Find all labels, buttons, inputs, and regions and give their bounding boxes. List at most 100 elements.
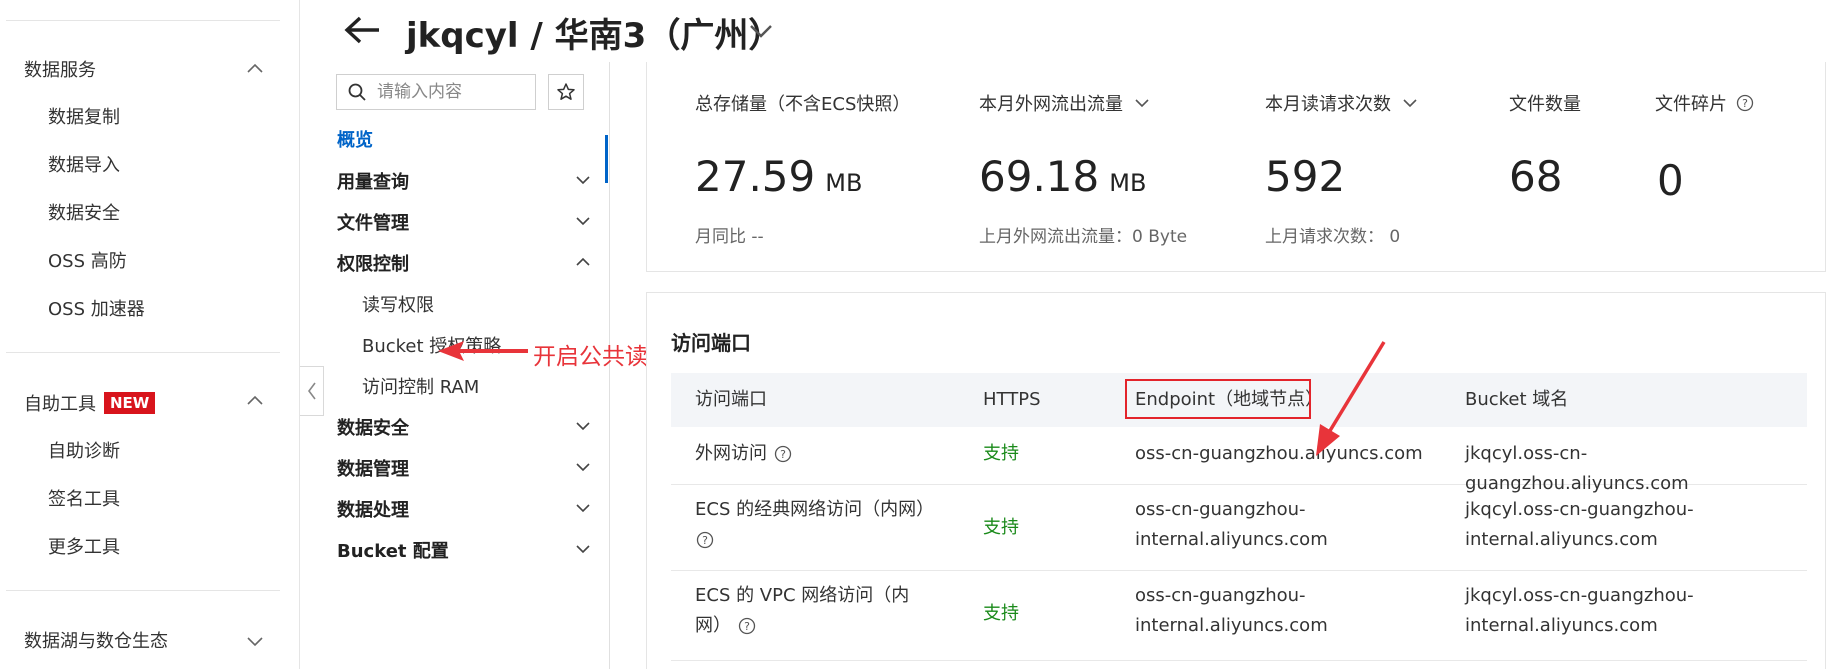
- endpoint-value: oss-cn-guangzhou-internal.aliyuncs.com: [1135, 495, 1328, 555]
- favorite-button[interactable]: [548, 74, 584, 110]
- active-nav-indicator: [605, 135, 608, 183]
- page-title: jkqcyl / 华南3（广州）: [406, 16, 783, 56]
- sidebar-item-more-tools[interactable]: 更多工具: [48, 533, 120, 559]
- stat-number: 69.18: [979, 152, 1100, 201]
- chevron-up-icon[interactable]: [573, 252, 593, 272]
- back-button[interactable]: [340, 8, 384, 52]
- stat-value-file-count: 68: [1509, 152, 1563, 201]
- table-header: 访问端口 HTTPS Endpoint（地域节点） Bucket 域名: [671, 373, 1807, 427]
- help-icon[interactable]: ?: [1735, 93, 1755, 113]
- sidebar-group-label: 自助工具: [24, 394, 96, 415]
- star-icon: [557, 83, 575, 100]
- sidebar-item-self-diagnosis[interactable]: 自助诊断: [48, 437, 120, 463]
- https-support: 支持: [983, 443, 1019, 464]
- access-endpoints-card: 访问端口 访问端口 HTTPS Endpoint（地域节点） Bucket 域名…: [646, 292, 1826, 669]
- bucket-domain: jkqcyl.oss-cn-guangzhou-internal.aliyunc…: [1465, 581, 1694, 641]
- column-header: HTTPS: [983, 389, 1041, 410]
- chevron-down-icon[interactable]: [573, 211, 593, 231]
- chevron-up-icon[interactable]: [244, 390, 266, 412]
- nav-item-usage[interactable]: 用量查询: [337, 168, 409, 194]
- bucket-domain: jkqcyl.oss-cn-guangzhou-internal.aliyunc…: [1465, 495, 1694, 555]
- chevron-down-icon[interactable]: [744, 14, 778, 48]
- sidebar-item-signature-tool[interactable]: 签名工具: [48, 485, 120, 511]
- sidebar-item-data-import[interactable]: 数据导入: [48, 151, 120, 177]
- stat-label-fragments: 文件碎片 ?: [1655, 90, 1755, 116]
- stat-label-requests[interactable]: 本月读请求次数: [1265, 90, 1421, 116]
- stats-card: 总存储量（不含ECS快照） 27.59 MB 月同比 -- 本月外网流出流量 69…: [646, 62, 1826, 272]
- chevron-down-icon[interactable]: [573, 457, 593, 477]
- domain-line: jkqcyl.oss-cn-guangzhou-: [1465, 585, 1694, 606]
- sidebar-group-label: 数据服务: [24, 60, 96, 81]
- sidebar-item-oss-accelerator[interactable]: OSS 加速器: [48, 295, 145, 321]
- row-port-text: ECS 的 VPC 网络访问（内: [695, 585, 910, 606]
- nav-item-data-security[interactable]: 数据安全: [337, 414, 409, 440]
- stat-label-storage: 总存储量（不含ECS快照）: [695, 90, 910, 116]
- chevron-down-icon[interactable]: [244, 630, 266, 652]
- nav-item-data-management[interactable]: 数据管理: [337, 455, 409, 481]
- stat-label-text: 文件数量: [1509, 94, 1581, 115]
- sidebar-group-self-service[interactable]: 自助工具 NEW: [24, 390, 156, 416]
- sidebar-group-label: 数据湖与数仓生态: [24, 631, 168, 652]
- stat-label-text: 总存储量（不含ECS快照）: [695, 94, 911, 115]
- chevron-down-icon[interactable]: [573, 170, 593, 190]
- svg-text:?: ?: [702, 534, 708, 547]
- sidebar-item-data-security[interactable]: 数据安全: [48, 199, 120, 225]
- sidebar-group-data-services[interactable]: 数据服务: [24, 56, 96, 82]
- help-icon[interactable]: ?: [695, 530, 715, 550]
- annotation-arrow-icon: [438, 341, 528, 361]
- endpoint-highlight-box: [1125, 379, 1311, 419]
- sidebar-divider: [6, 352, 280, 353]
- help-icon[interactable]: ?: [773, 444, 793, 464]
- endpoint-line: oss-cn-guangzhou-: [1135, 499, 1306, 520]
- nav-item-file-management[interactable]: 文件管理: [337, 209, 409, 235]
- nav-item-overview[interactable]: 概览: [337, 126, 373, 152]
- row-port-text: 网）: [695, 615, 731, 636]
- stat-unit: MB: [825, 169, 863, 197]
- left-sidebar: 数据服务 数据复制 数据导入 数据安全 OSS 高防 OSS 加速器 自助工具 …: [0, 0, 300, 669]
- domain-line: internal.aliyuncs.com: [1465, 615, 1658, 636]
- row-port: ECS 的经典网络访问（内网） ?: [695, 495, 934, 555]
- https-support: 支持: [983, 517, 1019, 538]
- stat-value-storage: 27.59 MB: [695, 152, 862, 201]
- sidebar-item-oss-ddos[interactable]: OSS 高防: [48, 247, 127, 273]
- row-port: ECS 的 VPC 网络访问（内 网） ?: [695, 581, 909, 641]
- help-icon[interactable]: ?: [737, 616, 757, 636]
- chevron-down-icon[interactable]: [573, 416, 593, 436]
- chevron-up-icon[interactable]: [244, 58, 266, 80]
- arrow-left-icon: [344, 16, 379, 44]
- nav-item-permission-control[interactable]: 权限控制: [337, 250, 409, 276]
- svg-text:?: ?: [1742, 97, 1748, 110]
- chevron-down-icon[interactable]: [1131, 92, 1153, 114]
- stat-label-file-count: 文件数量: [1509, 90, 1581, 116]
- stat-sub-storage: 月同比 --: [695, 227, 764, 247]
- sidebar-group-data-lake[interactable]: 数据湖与数仓生态: [24, 627, 168, 653]
- domain-line: jkqcyl.oss-cn-guangzhou-: [1465, 499, 1694, 520]
- stat-value-fragments: 0: [1657, 156, 1684, 205]
- chevron-down-icon[interactable]: [573, 539, 593, 559]
- nav-item-ram-access[interactable]: 访问控制 RAM: [362, 373, 479, 399]
- stat-value-requests: 592: [1265, 152, 1345, 201]
- stat-label-text: 文件碎片: [1655, 94, 1727, 115]
- nav-search[interactable]: [336, 74, 536, 110]
- nav-item-bucket-config[interactable]: Bucket 配置: [337, 537, 449, 563]
- https-support: 支持: [983, 603, 1019, 624]
- stat-number: 27.59: [695, 152, 816, 201]
- nav-item-data-processing[interactable]: 数据处理: [337, 496, 409, 522]
- endpoint-line: oss-cn-guangzhou-: [1135, 585, 1306, 606]
- endpoint-line: internal.aliyuncs.com: [1135, 529, 1328, 550]
- table-row: ECS 的经典网络访问（内网） ? 支持 oss-cn-guangzhou-in…: [671, 485, 1807, 571]
- new-badge: NEW: [104, 392, 156, 414]
- nav-item-read-write-permission[interactable]: 读写权限: [362, 291, 434, 317]
- stat-label-outbound[interactable]: 本月外网流出流量: [979, 90, 1153, 116]
- stat-label-text: 本月外网流出流量: [979, 94, 1123, 115]
- domain-line: internal.aliyuncs.com: [1465, 529, 1658, 550]
- search-input[interactable]: [375, 81, 519, 103]
- sidebar-item-data-replication[interactable]: 数据复制: [48, 103, 120, 129]
- stat-sub-outbound: 上月外网流出流量：0 Byte: [979, 227, 1188, 247]
- endpoint-value: oss-cn-guangzhou-internal.aliyuncs.com: [1135, 581, 1328, 641]
- table-row: ECS 的 VPC 网络访问（内 网） ? 支持 oss-cn-guangzhou…: [671, 571, 1807, 661]
- chevron-down-icon[interactable]: [1399, 92, 1421, 114]
- section-title: 访问端口: [671, 331, 751, 355]
- row-port-text: ECS 的经典网络访问（内网）: [695, 499, 935, 520]
- chevron-down-icon[interactable]: [573, 498, 593, 518]
